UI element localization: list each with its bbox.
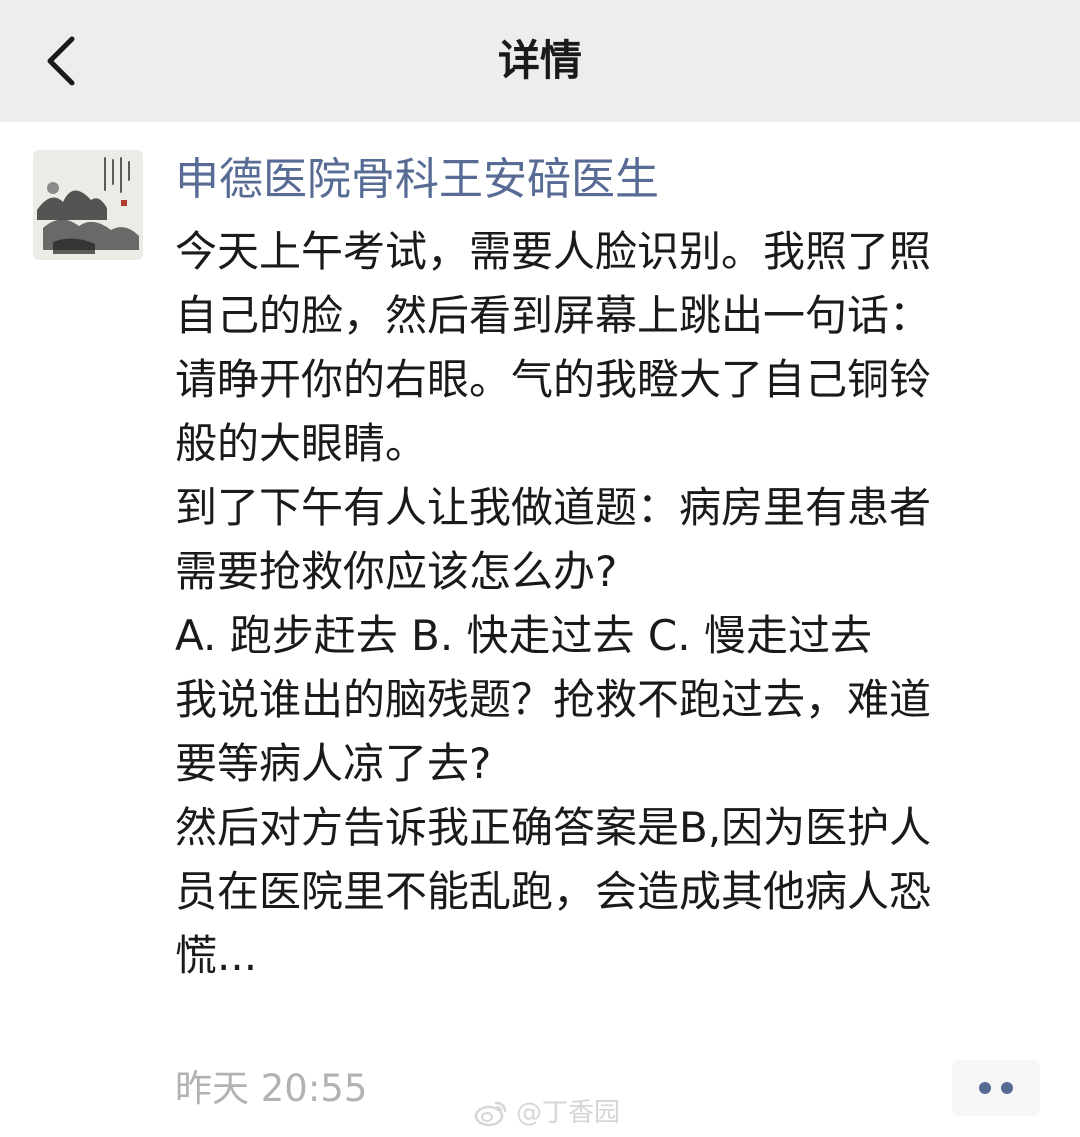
landscape-painting-icon bbox=[33, 150, 143, 260]
page-title: 详情 bbox=[497, 36, 582, 85]
watermark: @丁香园 bbox=[474, 1093, 620, 1133]
avatar[interactable] bbox=[33, 150, 143, 260]
post-body: 今天上午考试，需要人脸识别。我照了照 自己的脸，然后看到屏幕上跳出一句话： 请睁… bbox=[175, 220, 1045, 988]
post-line: A. 跑步赶去 B. 快走过去 C. 慢走过去 bbox=[175, 611, 872, 660]
more-options-button[interactable] bbox=[952, 1060, 1040, 1116]
weibo-icon bbox=[474, 1101, 507, 1127]
author-name[interactable]: 申德医院骨科王安碚医生 bbox=[175, 150, 659, 210]
post-line: 到了下午有人让我做道题：病房里有患者 bbox=[175, 483, 932, 532]
nav-bar: 详情 bbox=[0, 0, 1080, 122]
post-line: 然后对方告诉我正确答案是B,因为医护人 bbox=[175, 803, 932, 852]
post-line: 今天上午考试，需要人脸识别。我照了照 bbox=[175, 227, 932, 276]
back-button[interactable] bbox=[30, 28, 90, 94]
post-line: 要等病人凉了去? bbox=[175, 739, 492, 788]
post-line: 般的大眼睛。 bbox=[175, 419, 428, 468]
post-line: 员在医院里不能乱跑，会造成其他病人恐 bbox=[175, 867, 932, 916]
post-line: 慌... bbox=[175, 931, 258, 980]
watermark-text: @丁香园 bbox=[516, 1098, 621, 1128]
post-timestamp: 昨天 20:55 bbox=[175, 1067, 368, 1110]
dot-icon bbox=[979, 1082, 991, 1094]
chevron-left-icon bbox=[47, 36, 75, 86]
post-line: 需要抢救你应该怎么办? bbox=[175, 547, 618, 596]
post-line: 自己的脸，然后看到屏幕上跳出一句话： bbox=[175, 291, 932, 340]
dot-icon bbox=[1001, 1082, 1013, 1094]
post-line: 我说谁出的脑残题？抢救不跑过去，难道 bbox=[175, 675, 932, 724]
moment-detail-page: 详情 申德医院骨科王安碚医生 今天上午考试，需要人脸识别。我照了照 自己的脸，然… bbox=[0, 0, 1080, 1137]
post-line: 请睁开你的右眼。气的我瞪大了自己铜铃 bbox=[175, 355, 932, 404]
